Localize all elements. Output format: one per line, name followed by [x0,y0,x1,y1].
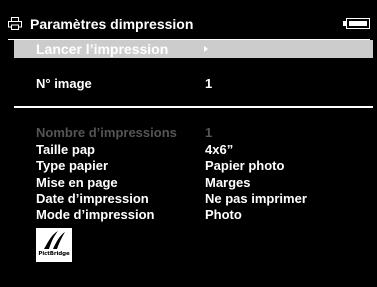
print-settings-screen: Paramètres dimpression Lancer l’impressi… [0,0,377,287]
image-number-value[interactable]: 1 [205,76,212,92]
paper-size-value[interactable]: 4x6” [205,142,233,158]
layout-value[interactable]: Marges [205,175,251,191]
section-divider [14,106,373,108]
paper-type-label: Type papier [36,158,109,173]
pictbridge-logo: PictBridge [36,228,72,262]
date-print-value[interactable]: Ne pas imprimer [205,191,307,207]
page-title: Paramètres dimpression [30,16,194,32]
paper-type-value[interactable]: Papier photo [205,158,284,174]
pictbridge-text: PictBridge [38,251,70,257]
copies-value: 1 [205,125,213,140]
printer-icon [8,17,22,30]
paper-size-label: Taille pap [36,142,95,157]
image-number-label: N° image [36,76,92,91]
battery-icon [343,18,370,29]
print-mode-label: Mode d’impression [36,207,155,222]
title-bar: Paramètres dimpression [8,14,370,34]
pictbridge-mark-icon [44,231,65,249]
layout-label: Mise en page [36,175,118,190]
launch-print-button[interactable]: Lancer l’impression [14,40,373,58]
arrow-right-icon [204,46,208,52]
copies-label: Nombre d’impressions [36,125,177,140]
print-mode-value[interactable]: Photo [205,207,242,223]
date-print-label: Date d’impression [36,191,149,206]
launch-print-label: Lancer l’impression [36,41,169,57]
